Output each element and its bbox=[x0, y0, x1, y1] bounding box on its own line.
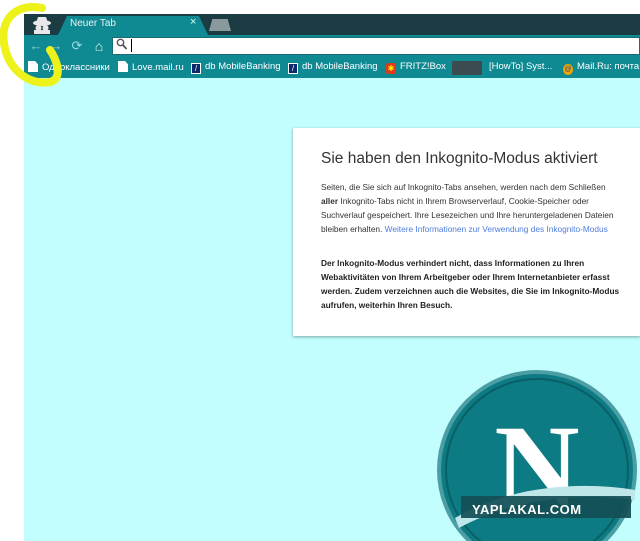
bookmark-db-mobilebanking-2[interactable]: / db MobileBanking bbox=[288, 61, 378, 75]
bookmark-db-mobilebanking[interactable]: / db MobileBanking bbox=[191, 61, 281, 75]
new-tab-button[interactable] bbox=[209, 19, 231, 31]
bookmark-fritzbox[interactable]: ✱ FRITZ!Box bbox=[386, 61, 446, 75]
incognito-description: Seiten, die Sie sich auf Inkognito-Tabs … bbox=[321, 180, 621, 236]
home-icon[interactable]: ⌂ bbox=[91, 37, 107, 55]
highlight-circle bbox=[0, 2, 62, 87]
address-bar[interactable] bbox=[112, 37, 640, 55]
bookmark-howto[interactable]: [HowTo] Syst... bbox=[489, 61, 552, 75]
description-bold: aller bbox=[321, 196, 339, 206]
redacted-bookmark bbox=[452, 61, 482, 75]
bookmark-label: Mail.Ru: почта, bbox=[577, 61, 640, 72]
bookmark-label: db MobileBanking bbox=[302, 61, 378, 72]
watermark: YAPLAKAL.COM bbox=[472, 502, 582, 517]
bookmark-love-mail[interactable]: Love.mail.ru bbox=[118, 61, 184, 75]
tab-close-icon[interactable]: × bbox=[190, 16, 196, 28]
incognito-warning: Der Inkognito-Modus verhindert nicht, da… bbox=[321, 258, 620, 310]
search-icon bbox=[116, 38, 128, 50]
mailru-icon: @ bbox=[563, 64, 573, 75]
bookmark-label: db MobileBanking bbox=[205, 61, 281, 72]
description-text: Seiten, die Sie sich auf Inkognito-Tabs … bbox=[321, 182, 606, 192]
deutsche-bank-icon: / bbox=[191, 63, 201, 74]
bookmark-label: FRITZ!Box bbox=[400, 61, 446, 72]
fritz-icon: ✱ bbox=[386, 63, 396, 74]
page-title: Sie haben den Inkognito-Modus aktiviert bbox=[321, 150, 598, 167]
screenshot: Neuer Tab × ← → ⟳ ⌂ Одноклассники Love.m… bbox=[0, 0, 640, 541]
bookmark-label: [HowTo] Syst... bbox=[489, 61, 553, 72]
deutsche-bank-icon: / bbox=[288, 63, 298, 74]
bookmark-mailru[interactable]: @ Mail.Ru: почта, bbox=[563, 61, 640, 75]
page-icon bbox=[118, 61, 128, 72]
bookmark-label: Love.mail.ru bbox=[132, 62, 184, 73]
text-caret bbox=[131, 39, 132, 52]
learn-more-link[interactable]: Weitere Informationen zur Verwendung des… bbox=[385, 224, 608, 234]
